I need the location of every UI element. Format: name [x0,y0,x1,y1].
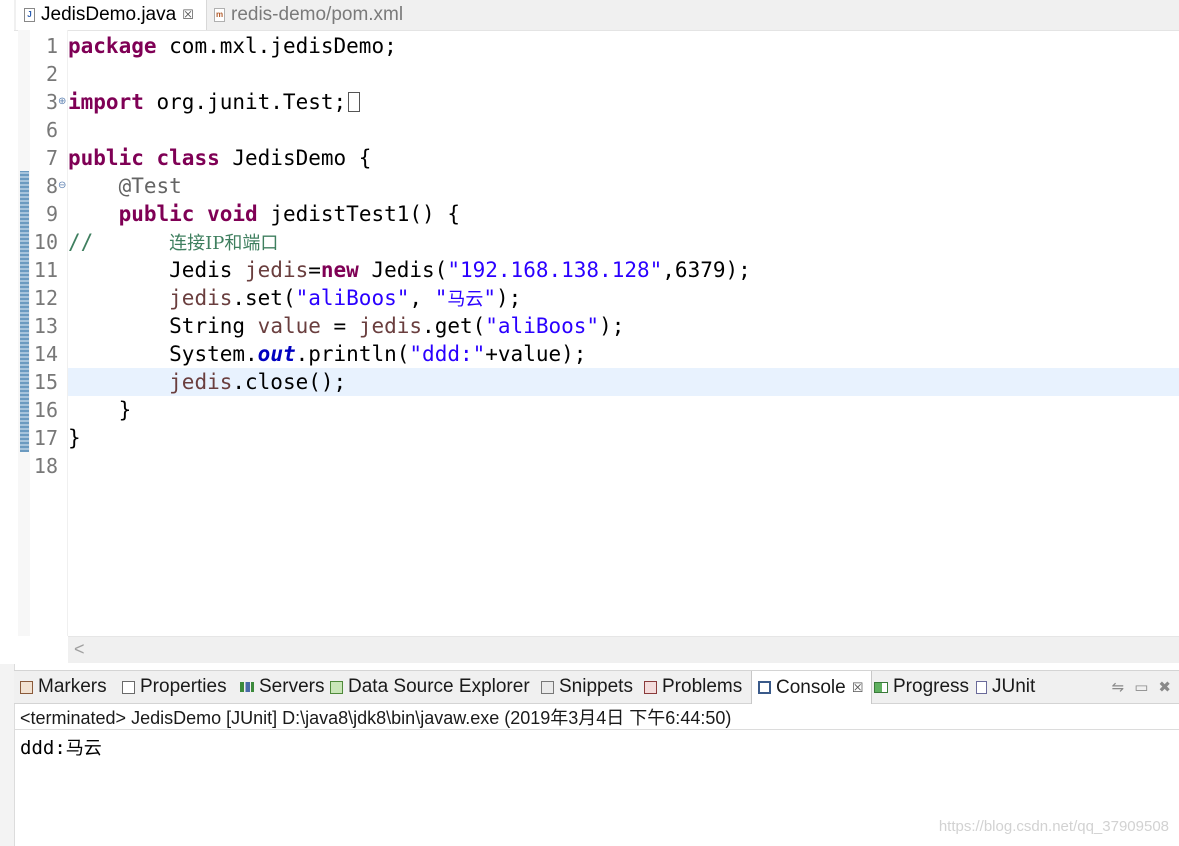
horizontal-scrollbar[interactable]: < [68,636,1179,663]
markers-icon [20,680,33,694]
tab-label: Console [776,676,846,698]
tab-markers[interactable]: Markers [20,671,107,703]
tab-console[interactable]: Console ☒ [751,671,873,704]
line-number: 13 [33,314,58,338]
line-number: 2 [45,62,58,86]
code-line[interactable]: public void jedistTest1() { [68,200,1179,228]
minimize-icon[interactable]: ▭ [1134,678,1148,696]
line-number: 3 [45,90,58,114]
line-number: 18 [33,454,58,478]
line-number: 8 [45,174,58,198]
tab-label: Servers [259,676,325,697]
code-line[interactable]: // 连接IP和端口 [68,228,1179,256]
tab-label: Problems [662,676,743,697]
divider [14,729,1179,730]
tab-progress[interactable]: Progress [874,671,969,703]
folded-imports-box-icon[interactable] [348,92,361,112]
tab-jedisdemo-java[interactable]: J JedisDemo.java ☒ [16,0,207,30]
line-number: 12 [33,286,58,310]
tab-data-source-explorer[interactable]: Data Source Explorer [330,671,530,703]
properties-icon [122,680,135,694]
view-tab-bar: Markers Properties Servers Data Source E… [14,670,1179,704]
line-number: 10 [33,230,58,254]
line-number: 7 [45,146,58,170]
code-line[interactable]: System.out.println("ddd:"+value); [68,340,1179,368]
code-line[interactable]: package com.mxl.jedisDemo; [68,32,1179,60]
watermark: https://blog.csdn.net/qq_37909508 [938,818,1169,835]
console-output[interactable]: ddd:马云 [20,734,102,760]
tab-label: Properties [140,676,227,697]
code-line[interactable]: import org.junit.Test; [68,88,1179,116]
close-icon[interactable]: ☒ [852,680,864,696]
java-file-icon: J [24,8,35,22]
problems-icon [644,680,657,694]
line-number: 16 [33,398,58,422]
tab-label: Progress [893,676,970,697]
tab-pom-xml[interactable]: m redis-demo/pom.xml [206,0,403,30]
code-line[interactable]: String value = jedis.get("aliBoos"); [68,312,1179,340]
line-number: 9 [45,202,58,226]
collapse-fold-icon[interactable]: ⊖ [58,172,67,200]
tab-problems[interactable]: Problems [644,671,742,703]
junit-icon [976,680,987,694]
code-line[interactable]: Jedis jedis=new Jedis("192.168.138.128",… [68,256,1179,284]
code-line[interactable]: } [68,424,1179,452]
view-toolbar: ⇋ ▭ ✖ [1112,671,1171,703]
editor-tab-bar: J JedisDemo.java ☒ m redis-demo/pom.xml [14,0,1179,31]
code-editor[interactable]: package com.mxl.jedisDemo; import org.ju… [68,30,1179,636]
tab-junit[interactable]: JUnit [976,671,1035,703]
tab-label: JUnit [992,676,1036,697]
line-number: 6 [45,118,58,142]
tab-label: Snippets [559,676,633,697]
xml-file-icon: m [214,8,225,22]
data-source-icon [330,680,343,694]
console-output-value: 马云 [65,738,102,759]
line-number: 1 [45,34,58,58]
expand-fold-icon[interactable]: ⊕ [58,88,67,116]
code-line[interactable] [68,60,1179,88]
tab-label: Data Source Explorer [348,676,530,697]
tab-label: Markers [38,676,107,697]
tab-servers[interactable]: Servers [240,671,324,703]
servers-icon [240,682,254,692]
line-number: 11 [33,258,58,282]
tab-snippets[interactable]: Snippets [541,671,633,703]
code-line[interactable]: } [68,396,1179,424]
code-line[interactable]: @Test [68,172,1179,200]
console-icon [758,681,771,694]
progress-icon [874,681,888,693]
tab-label: JedisDemo.java [41,4,177,25]
editor-area: J JedisDemo.java ☒ m redis-demo/pom.xml … [0,0,1179,664]
code-line[interactable]: public class JedisDemo { [68,144,1179,172]
console-process-title: <terminated> JedisDemo [JUnit] D:\java8\… [20,708,732,728]
tab-label: redis-demo/pom.xml [231,4,404,25]
code-line[interactable] [68,452,1179,480]
snippets-icon [541,680,554,694]
quick-diff-marker [20,171,29,452]
console-output-prefix: ddd: [20,737,66,759]
code-line[interactable] [68,116,1179,144]
line-number: 15 [33,370,58,394]
pin-view-icon[interactable]: ⇋ [1112,678,1125,696]
line-number: 14 [33,342,58,366]
line-number: 17 [33,426,58,450]
scroll-left-icon[interactable]: < [74,639,85,660]
tab-properties[interactable]: Properties [122,671,227,703]
close-view-icon[interactable]: ✖ [1158,678,1171,696]
close-icon[interactable]: ☒ [182,7,194,23]
current-code-line[interactable]: jedis.close(); [68,368,1179,396]
code-line[interactable]: jedis.set("aliBoos", "马云"); [68,284,1179,312]
